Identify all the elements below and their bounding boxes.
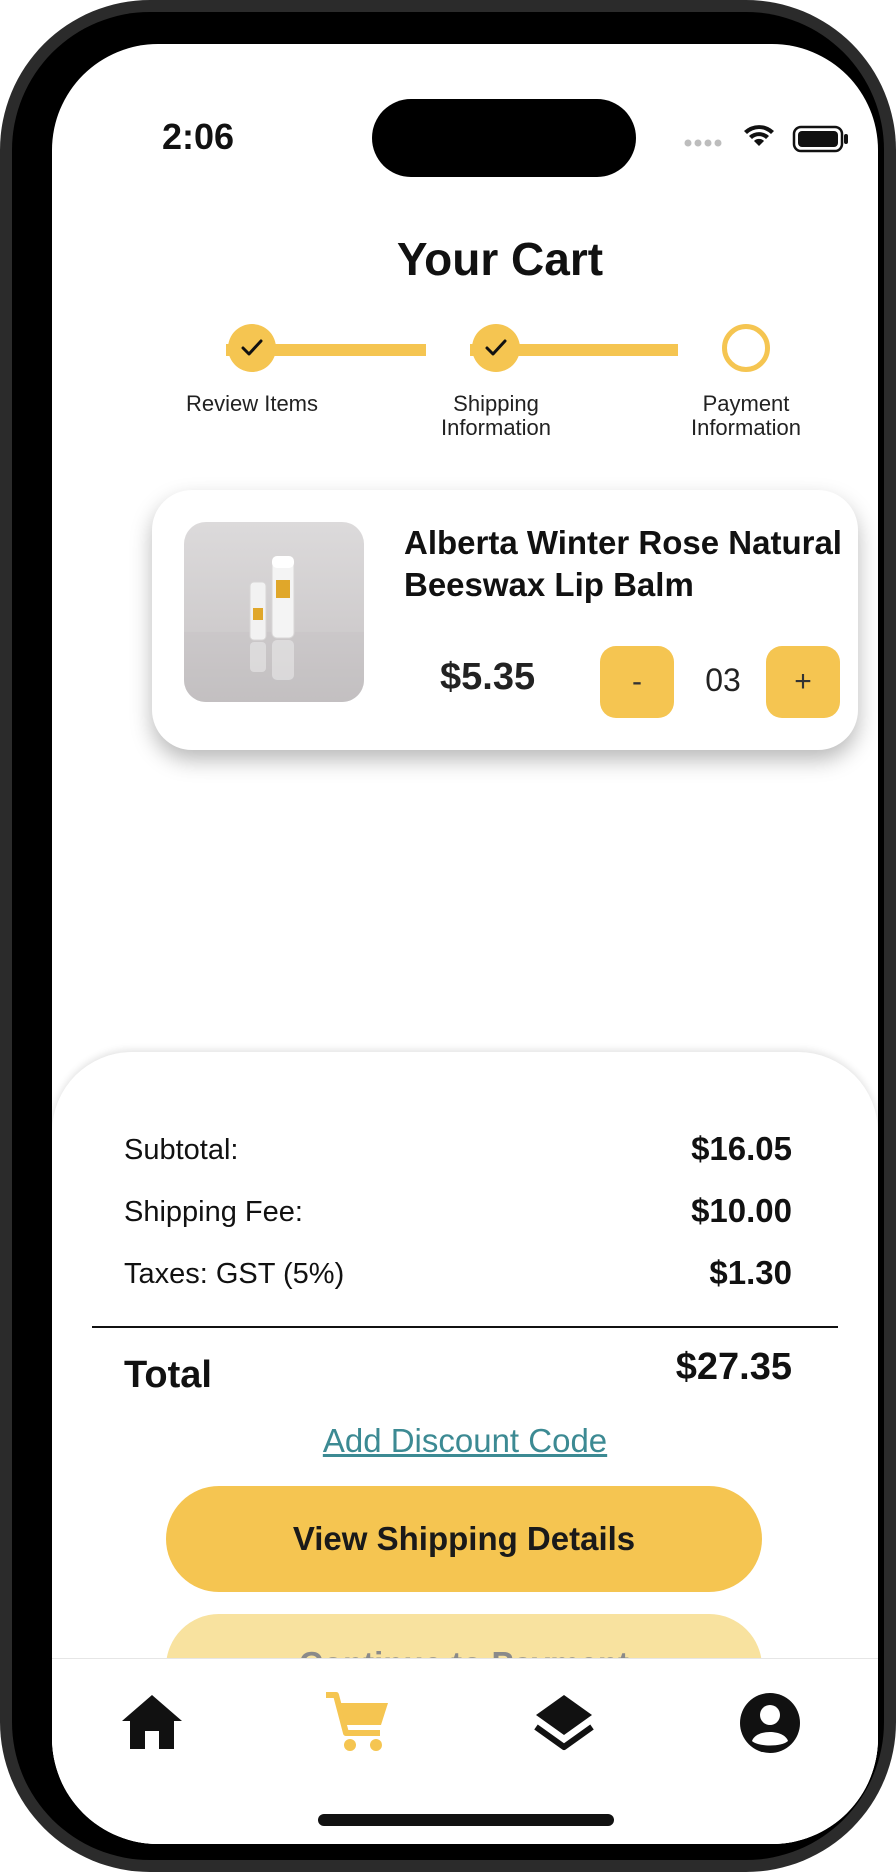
quantity-value: 03 xyxy=(705,662,741,698)
page-title: Your Cart xyxy=(396,233,604,285)
shipping-fee-value: $10.00 xyxy=(691,1192,792,1229)
device-bezel: 2:06 Your Cart Review Items Shipping Inf… xyxy=(12,12,884,1860)
status-icons xyxy=(682,119,852,159)
shipping-fee-label: Shipping Fee: xyxy=(124,1196,303,1228)
layers-icon xyxy=(534,1695,594,1750)
home-indicator[interactable] xyxy=(318,1814,614,1826)
tab-account[interactable] xyxy=(730,1683,810,1763)
status-time: 2:06 xyxy=(162,116,235,157)
step-label-payment: Payment Information xyxy=(690,391,802,440)
subtotal-label: Subtotal: xyxy=(124,1134,239,1166)
step-label-shipping: Shipping Information xyxy=(440,391,552,440)
taxes-value: $1.30 xyxy=(709,1254,792,1291)
summary-divider xyxy=(92,1326,838,1328)
wifi-icon xyxy=(744,125,774,146)
cart-item-card: Alberta Winter Rose Natural Beeswax Lip … xyxy=(152,490,858,750)
step-3-pending-dot xyxy=(722,324,770,372)
subtotal-value: $16.05 xyxy=(691,1130,792,1167)
product-name[interactable]: Alberta Winter Rose Natural Beeswax Lip … xyxy=(404,522,844,606)
total-label: Total xyxy=(124,1354,212,1396)
total-value: $27.35 xyxy=(675,1346,792,1388)
increase-quantity-button[interactable]: + xyxy=(766,646,840,718)
tab-home[interactable] xyxy=(112,1683,192,1763)
product-image xyxy=(184,522,364,702)
step-label-review: Review Items xyxy=(185,391,319,416)
tab-cart[interactable] xyxy=(318,1683,398,1763)
signal-icon xyxy=(684,139,722,147)
cart-icon xyxy=(326,1692,388,1751)
step-2-complete-dot xyxy=(472,324,520,372)
tab-collections[interactable] xyxy=(524,1683,604,1763)
dynamic-island xyxy=(372,99,636,177)
view-shipping-details-button[interactable]: View Shipping Details xyxy=(166,1486,762,1592)
device-frame: 2:06 Your Cart Review Items Shipping Inf… xyxy=(0,0,896,1872)
home-icon xyxy=(122,1695,182,1749)
app-screen: 2:06 Your Cart Review Items Shipping Inf… xyxy=(52,44,878,1844)
check-icon xyxy=(241,339,263,356)
product-price: $5.35 xyxy=(440,656,536,698)
decrease-quantity-button[interactable]: - xyxy=(600,646,674,718)
battery-icon xyxy=(792,125,848,153)
add-discount-code-link[interactable]: Add Discount Code xyxy=(215,1422,715,1460)
taxes-label: Taxes: GST (5%) xyxy=(124,1258,345,1290)
check-icon xyxy=(485,339,507,356)
checkout-progress: Review Items Shipping Information Paymen… xyxy=(182,314,842,464)
step-1-complete-dot xyxy=(228,324,276,372)
account-icon xyxy=(740,1693,800,1753)
